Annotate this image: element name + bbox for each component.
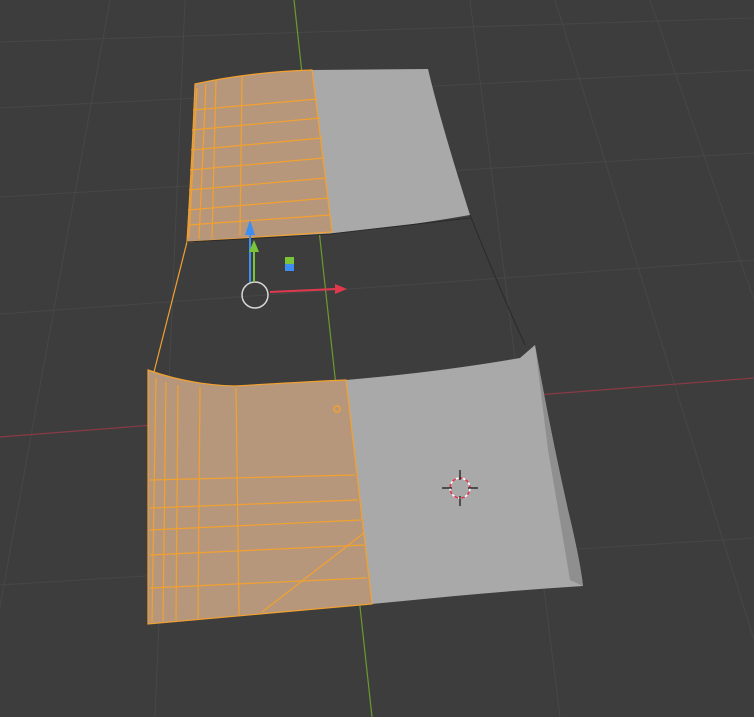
3d-viewport[interactable] bbox=[0, 0, 754, 717]
lower-mesh-panel[interactable] bbox=[147, 345, 583, 625]
x-arrow-head bbox=[335, 284, 347, 294]
viewport-scene[interactable] bbox=[0, 0, 754, 717]
plane-handle-green bbox=[285, 257, 294, 264]
plane-handle-blue bbox=[285, 264, 294, 271]
upper-mesh-panel[interactable] bbox=[186, 69, 470, 243]
